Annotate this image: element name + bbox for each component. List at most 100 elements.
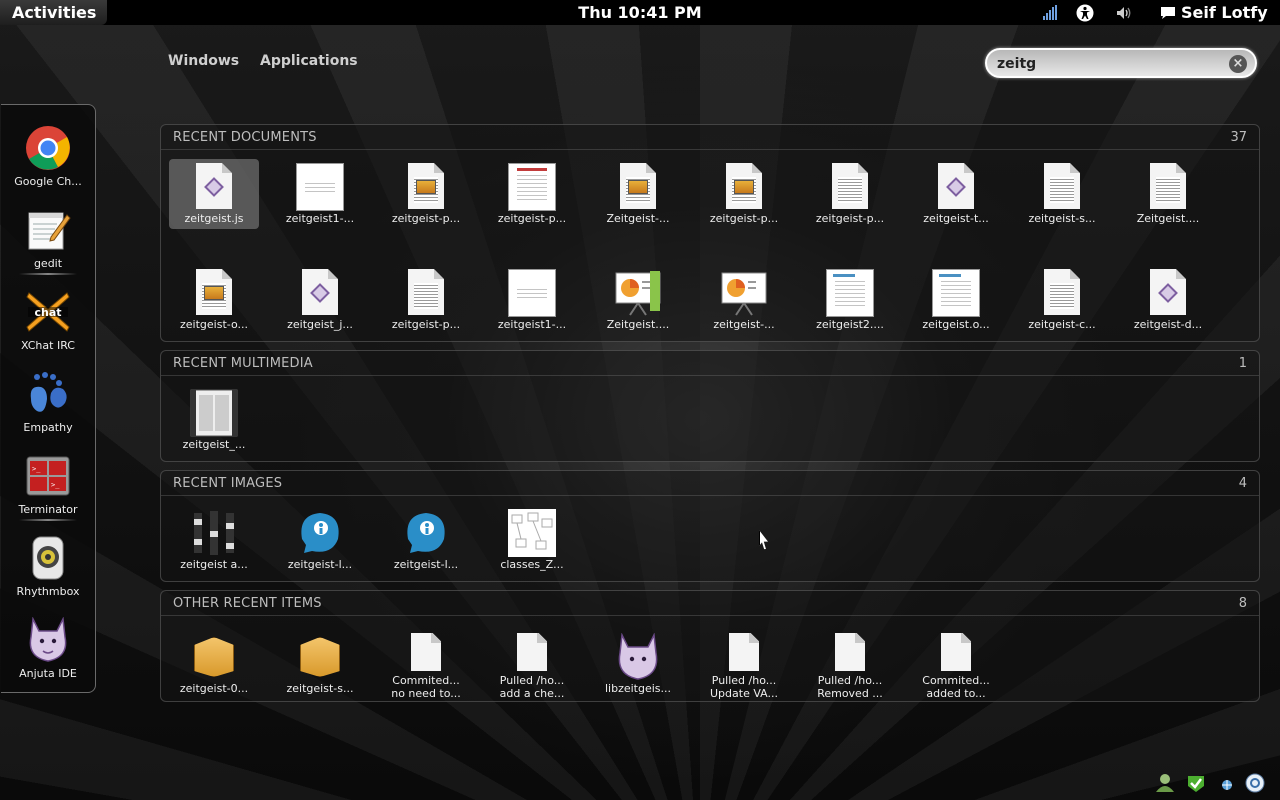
document-item[interactable]: zeitgeist-p... <box>381 159 471 229</box>
document-item[interactable]: zeitgeist.js <box>169 159 259 229</box>
section-count[interactable]: 8 <box>1239 596 1247 611</box>
search-box[interactable]: × <box>985 48 1257 78</box>
document-item[interactable]: zeitgeist-p... <box>805 159 895 229</box>
item-name: Pulled /ho... <box>817 674 883 687</box>
anjuta-thumbnail-icon <box>614 632 662 681</box>
recent-item[interactable]: Commited... added to... <box>911 629 1001 700</box>
recent-item[interactable]: Commited... no need to... <box>381 629 471 700</box>
section-count[interactable]: 1 <box>1239 356 1247 371</box>
dash-item-label: XChat IRC <box>21 339 75 352</box>
item-name: zeitgeist1-... <box>497 318 567 331</box>
clear-search-icon[interactable]: × <box>1229 55 1247 73</box>
running-indicator <box>19 273 77 275</box>
section-recent-images: RECENT IMAGES 4 zeitgeist a... zeitgeist-… <box>160 470 1260 582</box>
dash-item-google-chrome[interactable]: Google Ch... <box>1 125 95 205</box>
network-signal-icon[interactable] <box>1041 4 1059 22</box>
rhythmbox-icon <box>32 536 64 580</box>
item-name: zeitgeist_j... <box>287 318 353 331</box>
message-tray-icon[interactable] <box>1244 772 1266 794</box>
divider <box>161 149 1259 150</box>
image-item[interactable]: zeitgeist-l... <box>381 505 471 575</box>
empathy-icon <box>30 372 67 412</box>
dash-item-terminator[interactable]: >_ >_ Terminator <box>1 453 95 533</box>
document-item[interactable]: zeitgeist-s... <box>1017 159 1107 229</box>
section-title: OTHER RECENT ITEMS <box>173 596 322 611</box>
section-count[interactable]: 37 <box>1230 130 1247 145</box>
svg-text:>_: >_ <box>32 465 41 473</box>
update-ok-icon[interactable] <box>1185 772 1207 794</box>
item-name: zeitgeist-s... <box>286 682 354 695</box>
dash-item-anjuta[interactable]: Anjuta IDE <box>1 617 95 697</box>
recent-item[interactable]: Pulled /ho... Removed ... <box>805 629 895 700</box>
document-item[interactable]: zeitgeist-t... <box>911 159 1001 229</box>
diagram-thumbnail-icon <box>508 509 556 557</box>
image-item[interactable]: zeitgeist a... <box>169 505 259 575</box>
network-globe-icon[interactable] <box>1216 772 1238 794</box>
item-name: zeitgeist2.... <box>816 318 884 331</box>
dash-item-empathy[interactable]: Empathy <box>1 371 95 451</box>
js-thumbnail-icon <box>932 163 980 211</box>
text-thumbnail-icon <box>826 163 874 211</box>
item-subtitle: added to... <box>926 687 986 700</box>
film-thumbnail-icon <box>190 389 238 437</box>
chat-status-icon <box>1161 6 1175 19</box>
recent-item[interactable]: Pulled /ho... Update VA... <box>699 629 789 700</box>
item-name: zeitgeist-p... <box>497 212 567 225</box>
activities-button[interactable]: Activities <box>0 0 107 25</box>
user-presence-icon[interactable] <box>1154 772 1176 794</box>
document-item[interactable]: zeitgeist1-... <box>487 265 577 335</box>
item-name: libzeitgeis... <box>604 682 672 695</box>
package-thumbnail-icon <box>296 633 344 681</box>
document-item[interactable]: zeitgeist1-... <box>275 159 365 229</box>
item-subtitle: Update VA... <box>710 687 778 700</box>
recent-item[interactable]: zeitgeist-0... <box>169 629 259 699</box>
document-item[interactable]: zeitgeist-c... <box>1017 265 1107 335</box>
tab-applications[interactable]: Applications <box>260 53 358 69</box>
document-item[interactable]: zeitgeist-p... <box>699 159 789 229</box>
item-name: zeitgeist_... <box>182 438 246 451</box>
document-item[interactable]: zeitgeist-d... <box>1123 265 1213 335</box>
section-title: RECENT DOCUMENTS <box>173 130 317 145</box>
recent-item[interactable]: zeitgeist-s... <box>275 629 365 699</box>
divider <box>161 375 1259 376</box>
recent-item[interactable]: libzeitgeis... <box>593 629 683 699</box>
item-name: Zeitgeist.... <box>1136 212 1200 225</box>
dash-item-label: Terminator <box>18 503 78 516</box>
document-item[interactable]: Zeitgeist-... <box>593 159 683 229</box>
document-item[interactable]: zeitgeist-p... <box>487 159 577 229</box>
document-item[interactable]: zeitgeist.o... <box>911 265 1001 335</box>
recent-item[interactable]: Pulled /ho... add a che... <box>487 629 577 700</box>
tab-windows[interactable]: Windows <box>168 53 239 69</box>
user-menu[interactable]: Seif Lotfy <box>1160 0 1268 25</box>
section-title: RECENT IMAGES <box>173 476 283 491</box>
dash-item-rhythmbox[interactable]: Rhythmbox <box>1 535 95 615</box>
dash-item-xchat[interactable]: chat XChat IRC <box>1 289 95 369</box>
js-thumbnail-icon <box>1144 269 1192 317</box>
dash-item-gedit[interactable]: gedit <box>1 207 95 287</box>
document-item[interactable]: zeitgeist-p... <box>381 265 471 335</box>
clock[interactable]: Thu 10:41 PM <box>578 3 701 22</box>
volume-icon[interactable] <box>1115 4 1133 22</box>
item-name: zeitgeist.o... <box>922 318 990 331</box>
bars-thumbnail-icon <box>190 509 238 557</box>
search-input[interactable] <box>997 54 1222 74</box>
sheet-red-thumbnail-icon <box>508 163 556 211</box>
item-name: zeitgeist-p... <box>391 212 461 225</box>
document-item[interactable]: zeitgeist-... <box>699 265 789 335</box>
accessibility-icon[interactable] <box>1076 4 1094 22</box>
multimedia-item[interactable]: zeitgeist_... <box>169 385 259 455</box>
document-item[interactable]: Zeitgeist.... <box>1123 159 1213 229</box>
document-item[interactable]: Zeitgeist.... <box>593 265 683 335</box>
document-item[interactable]: zeitgeist_j... <box>275 265 365 335</box>
item-name: zeitgeist.js <box>184 212 244 225</box>
sheet-thumbnail-icon <box>296 163 344 211</box>
item-name: Zeitgeist.... <box>606 318 670 331</box>
image-item[interactable]: zeitgeist-l... <box>275 505 365 575</box>
item-name: zeitgeist-c... <box>1028 318 1096 331</box>
section-count[interactable]: 4 <box>1239 476 1247 491</box>
js-thumbnail-icon <box>296 269 344 317</box>
gedit-icon <box>28 212 71 250</box>
document-item[interactable]: zeitgeist2.... <box>805 265 895 335</box>
document-item[interactable]: zeitgeist-o... <box>169 265 259 335</box>
image-item[interactable]: classes_Z... <box>487 505 577 575</box>
